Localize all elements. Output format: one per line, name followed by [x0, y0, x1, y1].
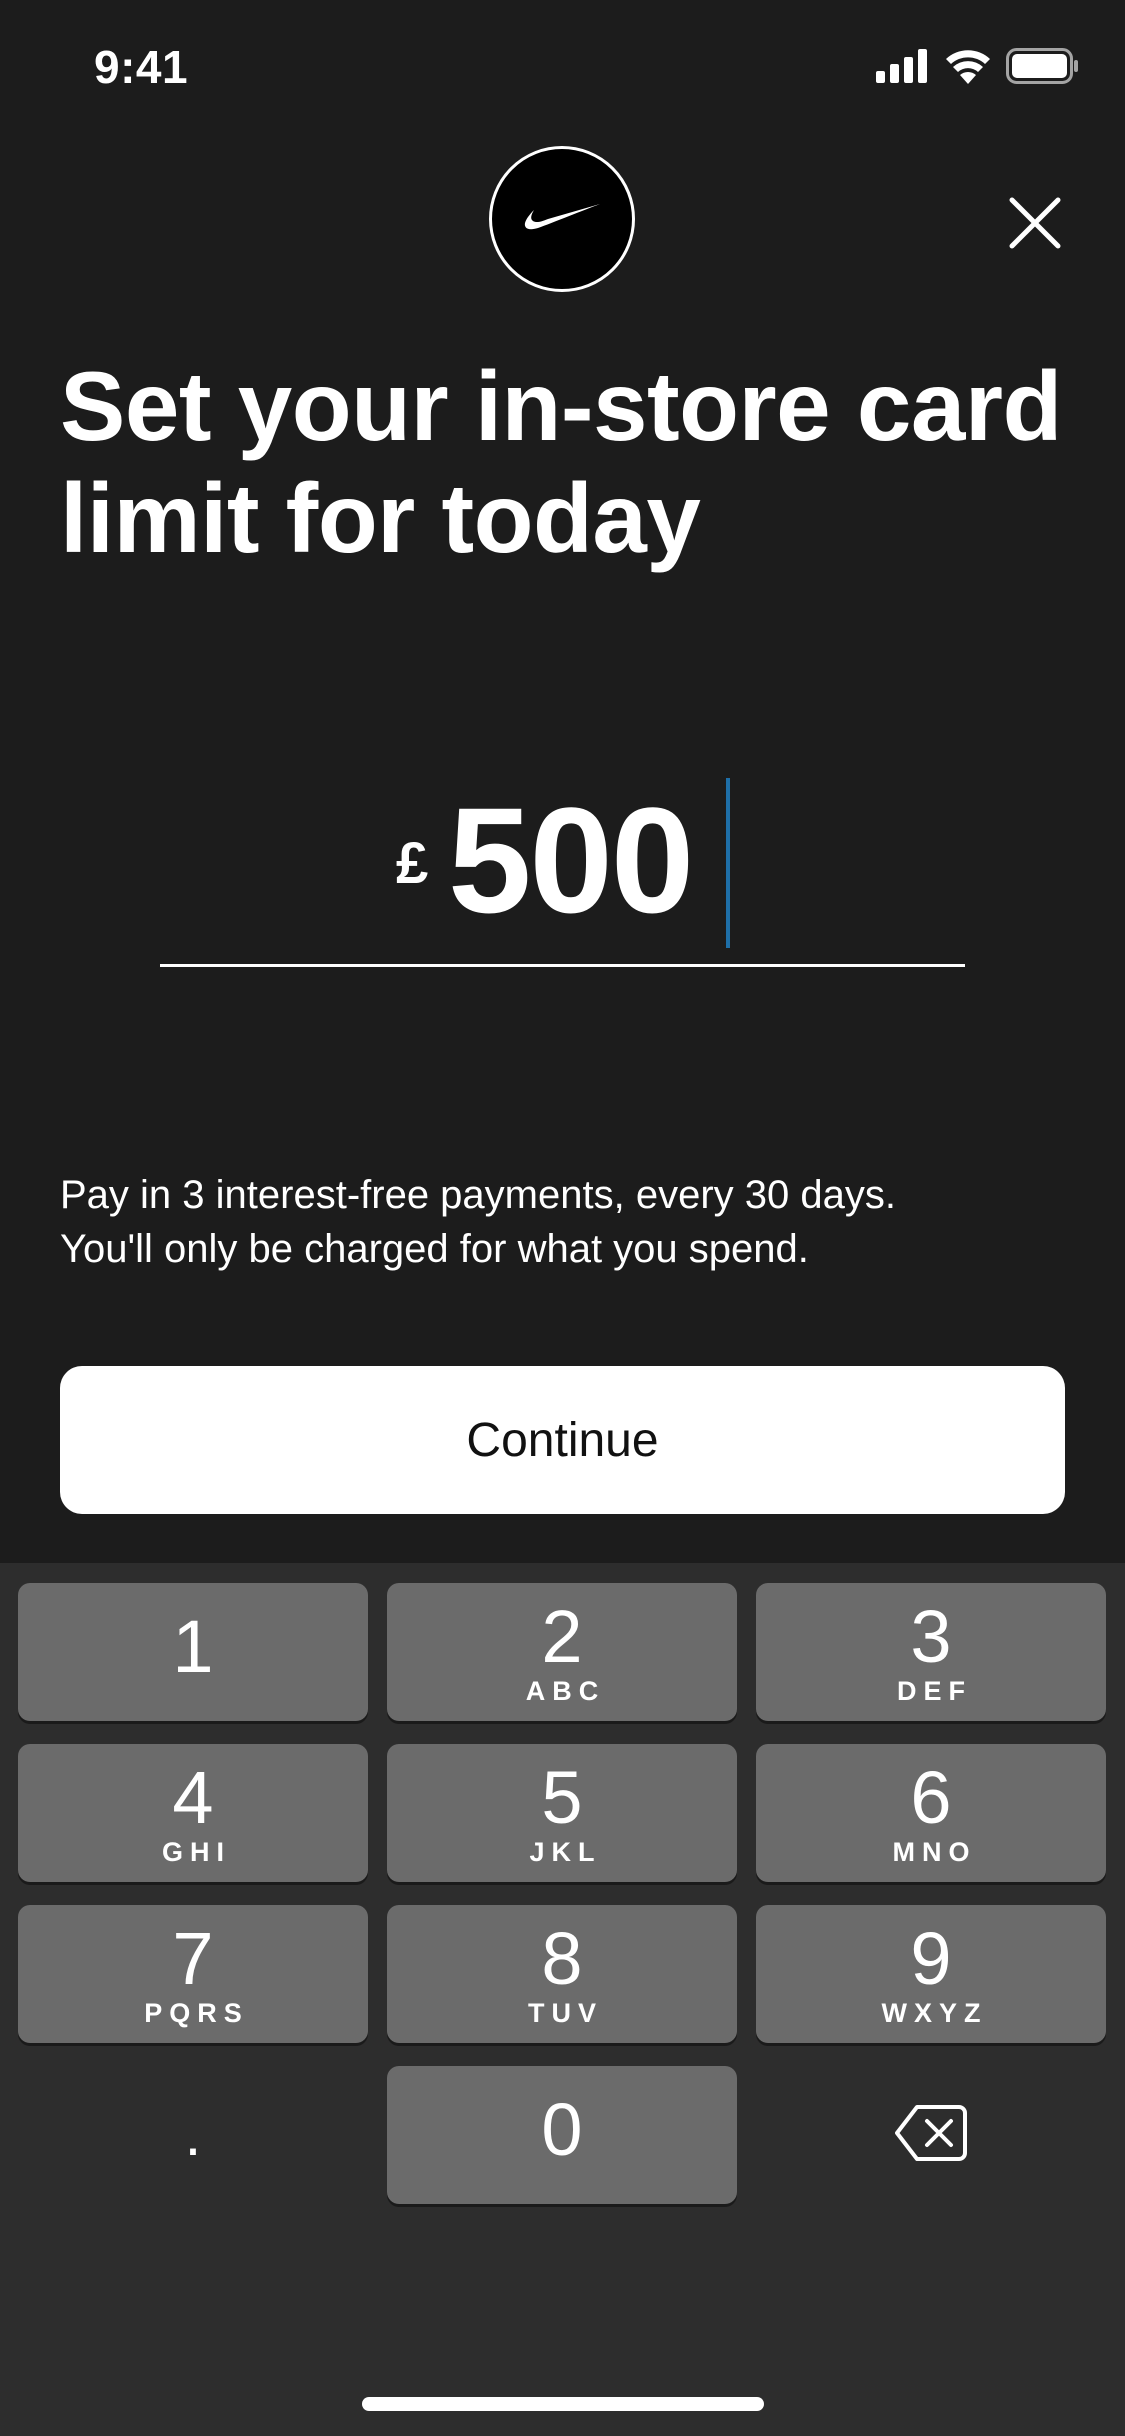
- card-limit-screen: 9:41 Set your in-store card limit for to…: [0, 0, 1125, 2436]
- amount-value: 500: [448, 776, 694, 944]
- key-letters: PQRS: [144, 1998, 249, 2028]
- decimal-label: .: [184, 2101, 202, 2168]
- key-0[interactable]: 0: [387, 2066, 737, 2204]
- key-6[interactable]: 6 MNO: [756, 1744, 1106, 1882]
- key-letters: ABC: [525, 1676, 606, 1706]
- key-digit: 4: [172, 1756, 214, 1839]
- key-8[interactable]: 8 TUV: [387, 1905, 737, 2043]
- numeric-keypad: 1 2 ABC 3 DEF 4 GHI 5 JKL 6 MNO 7 PQRS 8…: [0, 1563, 1125, 2436]
- continue-button[interactable]: Continue: [60, 1366, 1065, 1514]
- key-digit: 0: [541, 2088, 583, 2171]
- key-digit: 7: [172, 1917, 214, 2000]
- battery-icon: [1006, 48, 1080, 89]
- key-2[interactable]: 2 ABC: [387, 1583, 737, 1721]
- key-letters: DEF: [897, 1676, 972, 1706]
- wifi-icon: [944, 48, 992, 89]
- key-7[interactable]: 7 PQRS: [18, 1905, 368, 2043]
- status-icons: [876, 48, 1080, 89]
- page-title: Set your in-store card limit for today: [60, 351, 1062, 573]
- key-3[interactable]: 3 DEF: [756, 1583, 1106, 1721]
- key-9[interactable]: 9 WXYZ: [756, 1905, 1106, 2043]
- status-time: 9:41: [94, 41, 189, 93]
- info-line-2: You'll only be charged for what you spen…: [60, 1227, 809, 1271]
- key-digit: 1: [172, 1605, 214, 1688]
- key-letters: MNO: [892, 1837, 977, 1867]
- delete-key[interactable]: [756, 2066, 1106, 2204]
- payment-info: Pay in 3 interest-free payments, every 3…: [60, 1168, 1070, 1276]
- amount-input[interactable]: £ 500: [160, 760, 965, 967]
- key-digit: 3: [910, 1595, 952, 1678]
- key-digit: 5: [541, 1756, 583, 1839]
- currency-symbol: £: [396, 831, 429, 896]
- brand-logo: [489, 146, 635, 292]
- key-digit: 9: [910, 1917, 952, 2000]
- key-digit: 2: [541, 1595, 583, 1678]
- home-indicator[interactable]: [362, 2397, 764, 2411]
- key-letters: JKL: [529, 1837, 602, 1867]
- close-icon: [1009, 197, 1061, 254]
- text-caret: [726, 778, 730, 948]
- key-1[interactable]: 1: [18, 1583, 368, 1721]
- key-letters: WXYZ: [881, 1998, 988, 2028]
- key-4[interactable]: 4 GHI: [18, 1744, 368, 1882]
- key-letters: GHI: [161, 1837, 231, 1867]
- key-decimal[interactable]: .: [18, 2066, 368, 2204]
- swoosh-logo-icon: [524, 202, 600, 237]
- key-digit: 8: [541, 1917, 583, 2000]
- close-button[interactable]: [1000, 190, 1070, 260]
- backspace-icon: [895, 2104, 967, 2167]
- key-5[interactable]: 5 JKL: [387, 1744, 737, 1882]
- key-digit: 6: [910, 1756, 952, 1839]
- cellular-signal-icon: [876, 49, 930, 88]
- info-line-1: Pay in 3 interest-free payments, every 3…: [60, 1173, 896, 1217]
- key-letters: TUV: [528, 1998, 603, 2028]
